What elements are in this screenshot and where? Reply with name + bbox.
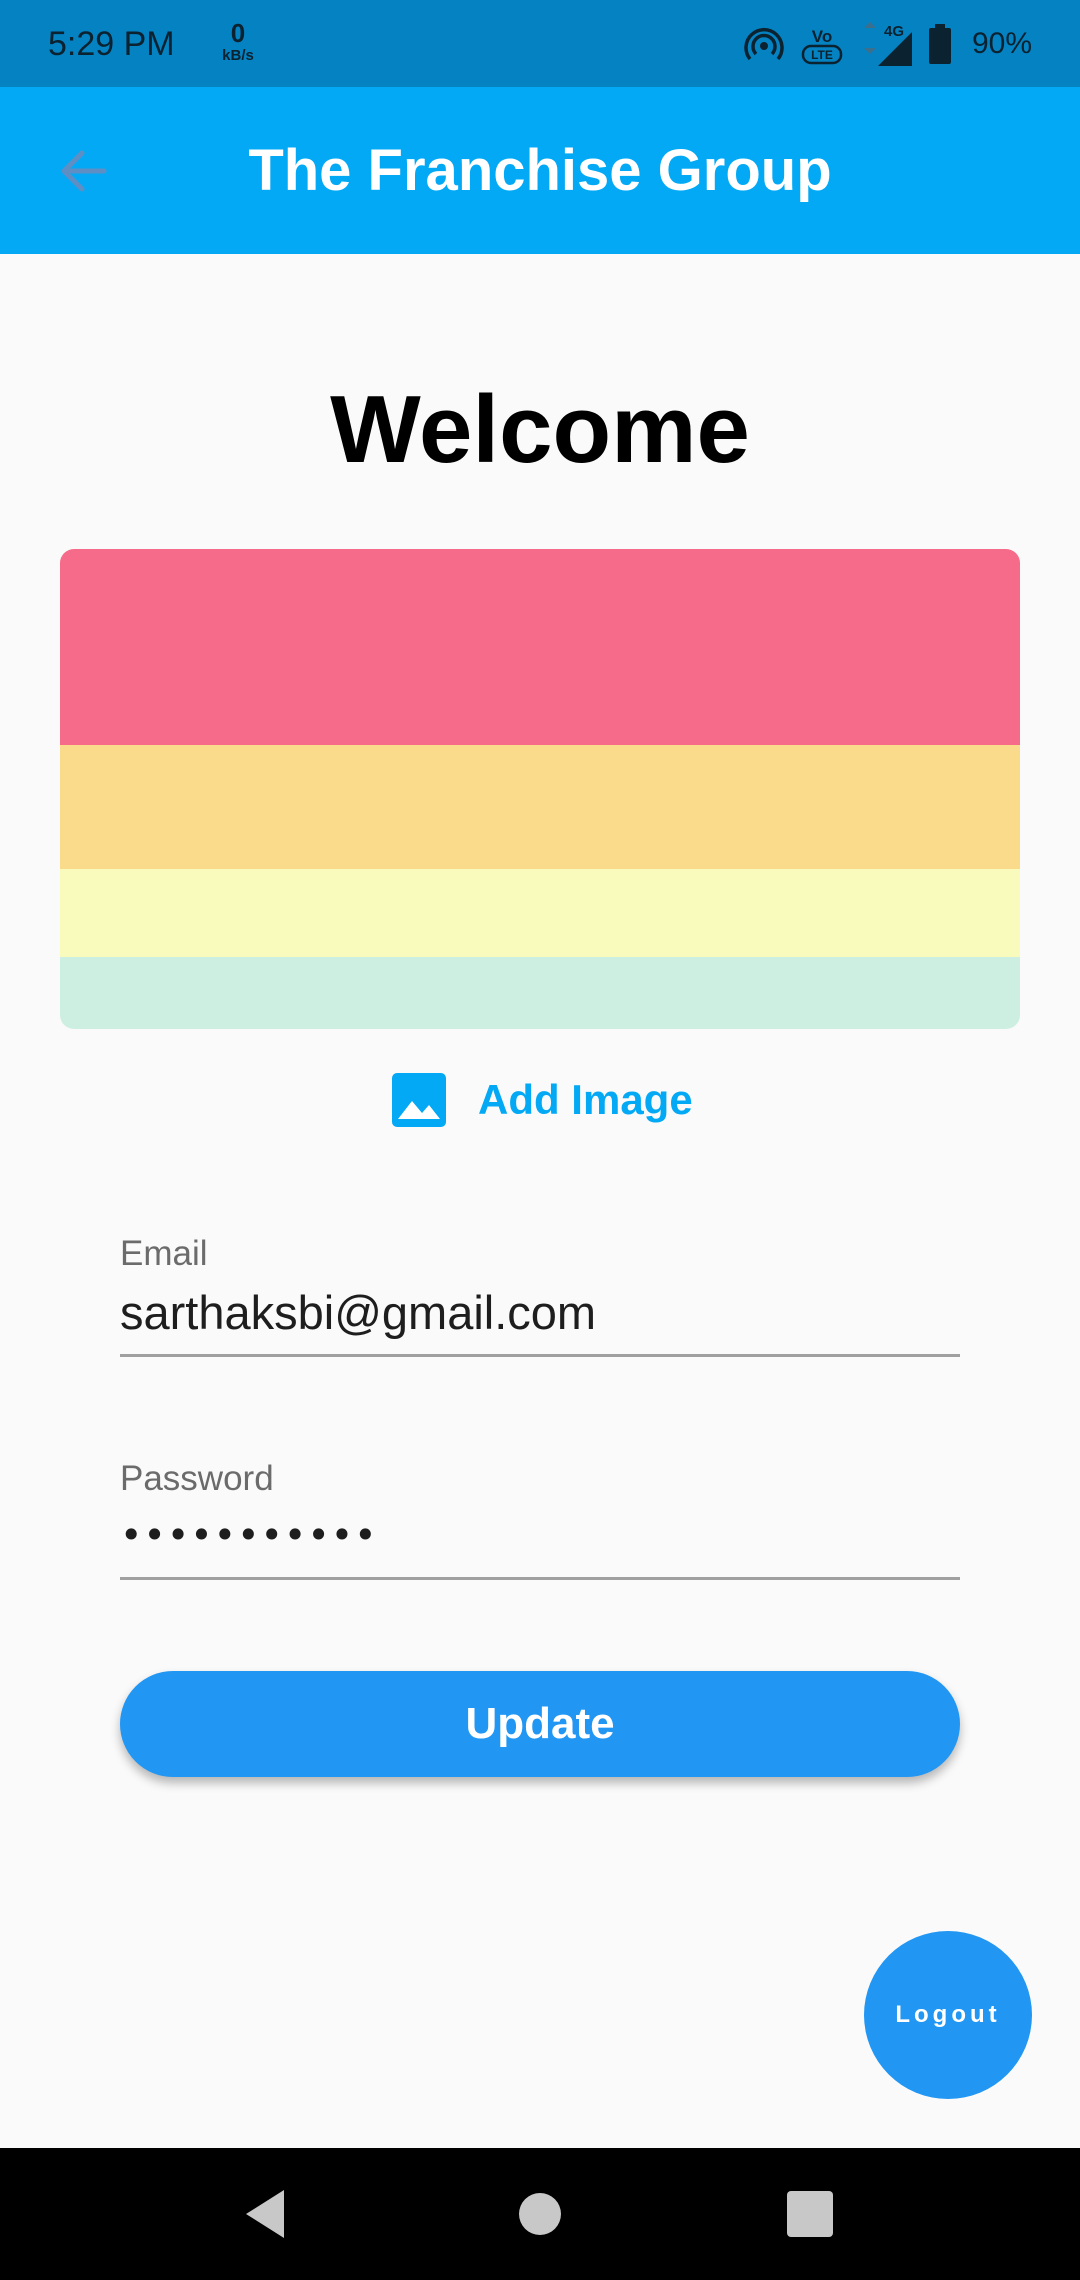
- banner-band-1: [60, 549, 1020, 745]
- app-bar: The Franchise Group: [0, 87, 1080, 254]
- back-triangle-icon: [246, 2190, 284, 2238]
- email-underline: [120, 1354, 960, 1357]
- welcome-heading: Welcome: [330, 376, 750, 483]
- network-speed-unit: kB/s: [222, 47, 254, 64]
- password-field[interactable]: Password •••••••••••: [120, 1457, 960, 1580]
- home-circle-icon: [519, 2193, 561, 2235]
- system-nav-bar: [0, 2148, 1080, 2280]
- volte-icon: Vo LTE: [801, 27, 843, 65]
- nav-back-button[interactable]: [238, 2184, 298, 2244]
- password-underline: [120, 1577, 960, 1580]
- email-input[interactable]: [120, 1282, 960, 1342]
- logout-button[interactable]: Logout: [864, 1931, 1032, 2099]
- banner-band-4: [60, 957, 1020, 1029]
- profile-banner-image: [60, 549, 1020, 1029]
- svg-text:4G: 4G: [884, 23, 904, 40]
- app-title: The Franchise Group: [248, 138, 832, 203]
- recents-square-icon: [787, 2191, 833, 2237]
- update-button[interactable]: Update: [120, 1671, 960, 1777]
- network-4g-icon: 4G: [863, 22, 912, 66]
- hotspot-icon: [744, 28, 784, 61]
- add-image-button[interactable]: Add Image: [392, 1070, 693, 1130]
- status-time: 5:29 PM: [48, 25, 175, 63]
- network-speed: 0 kB/s: [216, 20, 260, 63]
- nav-home-button[interactable]: [510, 2184, 570, 2244]
- svg-text:Vo: Vo: [812, 27, 832, 46]
- nav-recents-button[interactable]: [780, 2184, 840, 2244]
- status-icons: Vo LTE 4G 90%: [742, 22, 1032, 66]
- password-input[interactable]: •••••••••••: [120, 1505, 960, 1565]
- email-field[interactable]: Email: [120, 1232, 960, 1357]
- banner-band-3: [60, 869, 1020, 957]
- svg-text:LTE: LTE: [811, 48, 833, 62]
- add-image-label: Add Image: [478, 1076, 693, 1123]
- battery-percent: 90%: [971, 27, 1032, 60]
- battery-icon: [928, 24, 951, 64]
- email-label: Email: [120, 1234, 208, 1273]
- password-label: Password: [120, 1459, 274, 1498]
- banner-band-2: [60, 745, 1020, 869]
- status-bar: 5:29 PM 0 kB/s Vo LTE 4G 90%: [0, 0, 1080, 87]
- image-icon: [392, 1073, 446, 1127]
- network-speed-value: 0: [230, 18, 246, 48]
